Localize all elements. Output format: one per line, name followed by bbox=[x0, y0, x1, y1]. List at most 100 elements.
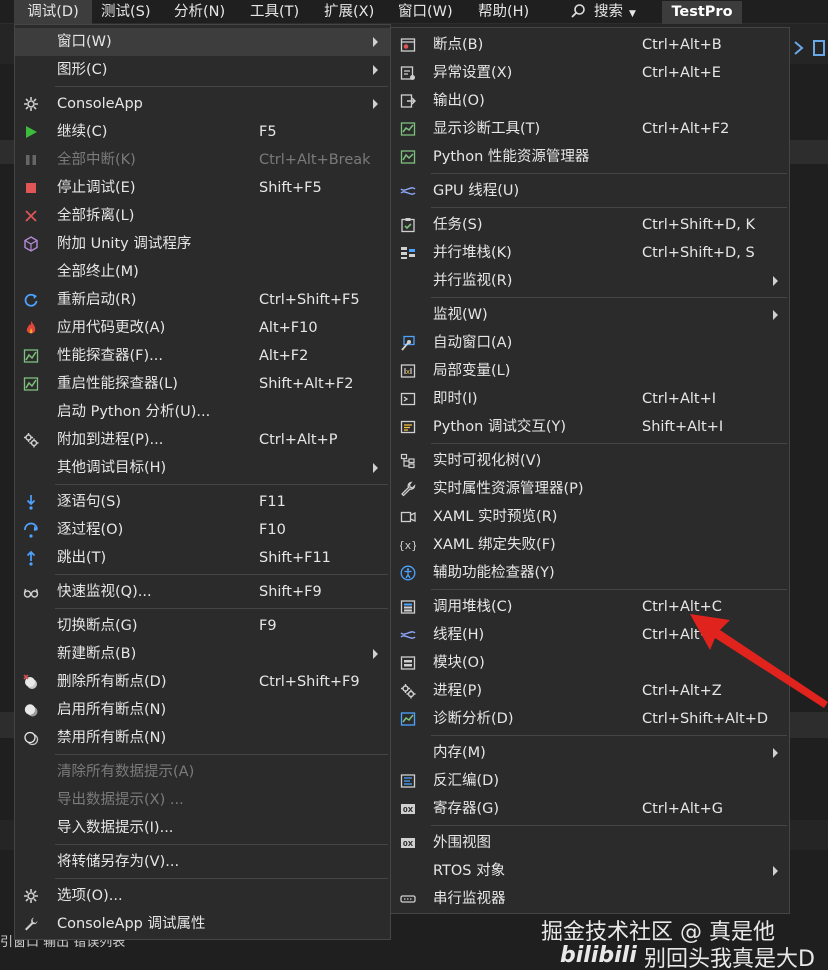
menu-item[interactable]: 停止调试(E) Shift+F5 bbox=[15, 174, 390, 202]
menu-item-label: 外围视图 bbox=[433, 835, 491, 851]
menu-item[interactable]: 异常设置(X) Ctrl+Alt+E bbox=[391, 59, 789, 87]
window-submenu: 断点(B) Ctrl+Alt+B 异常设置(X) Ctrl+Alt+E 输出(O) 显示诊… bbox=[390, 27, 790, 914]
menu-item-label: 并行堆栈(K) bbox=[433, 245, 512, 261]
parallel-stacks-icon bbox=[400, 245, 416, 261]
menu-help[interactable]: 帮助(H) bbox=[478, 0, 529, 24]
menu-item[interactable]: 串行监视器 bbox=[391, 885, 789, 913]
attach-gears-icon bbox=[23, 432, 39, 448]
menu-item[interactable]: 导出数据提示(X) ... bbox=[15, 786, 390, 814]
menu-item[interactable]: RTOS 对象 bbox=[391, 857, 789, 885]
menu-item[interactable]: x 局部变量(L) bbox=[391, 357, 789, 385]
menu-item[interactable]: ConsoleApp 调试属性 bbox=[15, 910, 390, 938]
menu-item-label: XAML 实时预览(R) bbox=[433, 509, 558, 525]
menu-item-label: 诊断分析(D) bbox=[433, 711, 514, 727]
menu-item[interactable]: 全部终止(M) bbox=[15, 258, 390, 286]
python-interactive-icon bbox=[400, 419, 416, 435]
menu-item-label: 线程(H) bbox=[433, 627, 485, 643]
restart-icon bbox=[23, 292, 39, 308]
menu-item[interactable]: 并行堆栈(K) Ctrl+Shift+D, S bbox=[391, 239, 789, 267]
menu-item[interactable]: 即时(I) Ctrl+Alt+I bbox=[391, 385, 789, 413]
menu-item[interactable]: 辅助功能检查器(Y) bbox=[391, 559, 789, 587]
menu-item[interactable]: 自动窗口(A) bbox=[391, 329, 789, 357]
menu-item[interactable]: 清除所有数据提示(A) bbox=[15, 758, 390, 786]
menu-item[interactable]: 继续(C) F5 bbox=[15, 118, 390, 146]
menu-item-label: 实时属性资源管理器(P) bbox=[433, 481, 584, 497]
menu-debug[interactable]: 调试(D) bbox=[14, 0, 92, 24]
menu-item-label: Python 性能资源管理器 bbox=[433, 149, 590, 165]
menu-item[interactable]: 实时可视化树(V) bbox=[391, 447, 789, 475]
menu-item[interactable]: 将转储另存为(V)... bbox=[15, 848, 390, 876]
menu-item-shortcut: Ctrl+Alt+F2 bbox=[642, 121, 730, 137]
menu-item[interactable]: 新建断点(B) bbox=[15, 640, 390, 668]
menu-item-shortcut: Ctrl+Alt+Break bbox=[259, 152, 371, 168]
menu-item[interactable]: ConsoleApp bbox=[15, 90, 390, 118]
menu-item[interactable]: 全部拆离(L) bbox=[15, 202, 390, 230]
menu-window[interactable]: 窗口(W) bbox=[398, 0, 453, 24]
menu-item[interactable]: 重启性能探查器(L) Shift+Alt+F2 bbox=[15, 370, 390, 398]
menu-item[interactable]: 跳出(T) Shift+F11 bbox=[15, 544, 390, 572]
menu-item[interactable]: Python 性能资源管理器 bbox=[391, 143, 789, 171]
menu-item[interactable]: 删除所有断点(D) Ctrl+Shift+F9 bbox=[15, 668, 390, 696]
menu-item[interactable]: 实时属性资源管理器(P) bbox=[391, 475, 789, 503]
processes-icon bbox=[400, 683, 416, 699]
bilibili-logo: bilibili bbox=[560, 943, 637, 968]
menu-extensions[interactable]: 扩展(X) bbox=[324, 0, 374, 24]
step-out-icon bbox=[23, 550, 39, 566]
menu-item[interactable]: 其他调试目标(H) bbox=[15, 454, 390, 482]
menu-test[interactable]: 测试(S) bbox=[101, 0, 151, 24]
menu-item[interactable]: 内存(M) bbox=[391, 739, 789, 767]
diagnostic-analysis-icon bbox=[400, 711, 416, 727]
menu-item[interactable]: GPU 线程(U) bbox=[391, 177, 789, 205]
menu-item[interactable]: 启用所有断点(N) bbox=[15, 696, 390, 724]
menu-item[interactable]: 逐语句(S) F11 bbox=[15, 488, 390, 516]
search-icon bbox=[571, 4, 585, 18]
menu-item[interactable]: 并行监视(R) bbox=[391, 267, 789, 295]
menu-analyze[interactable]: 分析(N) bbox=[174, 0, 225, 24]
menu-item[interactable]: 导入数据提示(I)... bbox=[15, 814, 390, 842]
menu-item[interactable]: 反汇编(D) bbox=[391, 767, 789, 795]
menu-item[interactable]: Python 调试交互(Y) Shift+Alt+I bbox=[391, 413, 789, 441]
menu-item[interactable]: 断点(B) Ctrl+Alt+B bbox=[391, 31, 789, 59]
menu-item[interactable]: 输出(O) bbox=[391, 87, 789, 115]
menu-item[interactable]: 选项(O)... bbox=[15, 882, 390, 910]
menu-item[interactable]: 0X 外围视图 bbox=[391, 829, 789, 857]
menu-item-label: 即时(I) bbox=[433, 391, 478, 407]
menu-item[interactable]: 切换断点(G) F9 bbox=[15, 612, 390, 640]
menu-tools[interactable]: 工具(T) bbox=[250, 0, 299, 24]
menu-item[interactable]: 全部中断(K) Ctrl+Alt+Break bbox=[15, 146, 390, 174]
menu-item[interactable]: 附加到进程(P)... Ctrl+Alt+P bbox=[15, 426, 390, 454]
menu-item[interactable]: {x} XAML 绑定失败(F) bbox=[391, 531, 789, 559]
xaml-binding-icon: {x} bbox=[400, 537, 416, 553]
accessibility-icon bbox=[400, 565, 416, 581]
menu-item[interactable]: 应用代码更改(A) Alt+F10 bbox=[15, 314, 390, 342]
exception-settings-icon bbox=[400, 65, 416, 81]
menu-item[interactable]: 窗口(W) bbox=[15, 28, 390, 56]
menu-item[interactable]: 任务(S) Ctrl+Shift+D, K bbox=[391, 211, 789, 239]
disable-breakpoints-icon bbox=[23, 730, 39, 746]
menu-item-label: 附加 Unity 调试程序 bbox=[57, 236, 192, 252]
menu-separator bbox=[55, 574, 388, 575]
menu-item[interactable]: 0X 寄存器(G) Ctrl+Alt+G bbox=[391, 795, 789, 823]
menu-item[interactable]: XAML 实时预览(R) bbox=[391, 503, 789, 531]
menu-item-label: 新建断点(B) bbox=[57, 646, 137, 662]
xaml-preview-icon bbox=[400, 509, 416, 525]
menu-item-shortcut: Alt+F10 bbox=[259, 320, 318, 336]
menu-item-label: 继续(C) bbox=[57, 124, 108, 140]
menu-item[interactable]: 附加 Unity 调试程序 bbox=[15, 230, 390, 258]
menu-item[interactable]: 监视(W) bbox=[391, 301, 789, 329]
menu-item-label: 其他调试目标(H) bbox=[57, 460, 167, 476]
annotation-arrow bbox=[690, 614, 828, 708]
menu-item[interactable]: 逐过程(O) F10 bbox=[15, 516, 390, 544]
menu-separator bbox=[431, 207, 787, 208]
menu-item[interactable]: 启动 Python 分析(U)... bbox=[15, 398, 390, 426]
menu-item-label: 停止调试(E) bbox=[57, 180, 136, 196]
menu-item[interactable]: 图形(C) bbox=[15, 56, 390, 84]
menu-item[interactable]: 性能探查器(F)... Alt+F2 bbox=[15, 342, 390, 370]
menu-item[interactable]: 重新启动(R) Ctrl+Shift+F5 bbox=[15, 286, 390, 314]
toolbar-icons bbox=[794, 40, 825, 56]
registers-icon: 0X bbox=[400, 801, 416, 817]
menu-item[interactable]: 显示诊断工具(T) Ctrl+Alt+F2 bbox=[391, 115, 789, 143]
search-button[interactable]: 搜索 ▼ bbox=[594, 0, 636, 24]
menu-item[interactable]: 禁用所有断点(N) bbox=[15, 724, 390, 752]
menu-item[interactable]: 快速监视(Q)... Shift+F9 bbox=[15, 578, 390, 606]
